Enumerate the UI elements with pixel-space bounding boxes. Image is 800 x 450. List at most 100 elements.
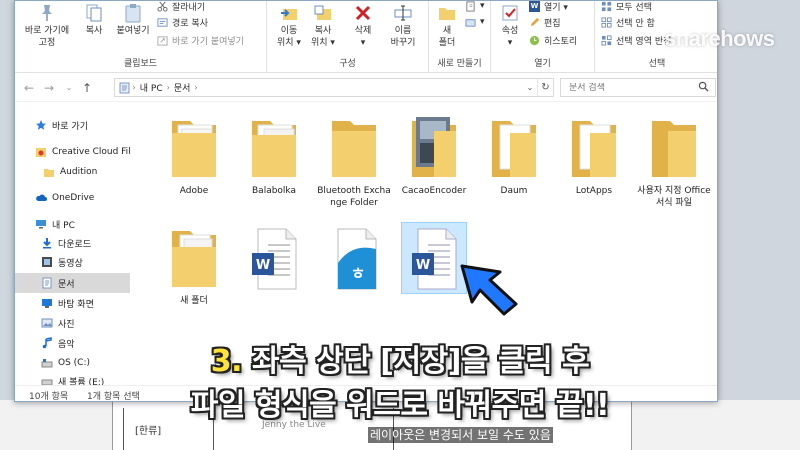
document-icon [42,277,52,289]
word-document-icon: W [242,223,306,293]
button-label: 고정 [38,38,56,48]
nav-item-onedrive[interactable]: OneDrive [15,188,130,208]
caption-step-number: 3. [210,344,243,379]
rename-button[interactable]: 이름 바꾸기 [383,3,423,49]
folder-item[interactable]: Balabolka [235,113,313,197]
refresh-button[interactable]: ↻ [537,79,553,96]
button-label: 열기 ▾ [544,2,568,13]
new-folder-button[interactable]: 새 폴더 [433,3,461,49]
ribbon: 바로 가기에 고정 복사 붙여넣기 잘라내기 경로 복사 바로 가기 붙여넣기 … [15,1,717,73]
copy-path-button[interactable]: 경로 복사 [157,15,208,29]
nav-item-downloads[interactable]: 다운로드 [15,233,130,253]
chevron-down-icon: ⌄ [526,83,534,92]
hangul-document-icon: ㅎ [322,223,386,293]
svg-text:W: W [416,258,430,273]
search-input[interactable] [569,82,689,93]
nav-item-label: Audition [60,167,98,177]
file-name: CacaoEncoder [401,186,467,196]
folder-item[interactable]: Daum [475,113,553,197]
breadcrumb-documents[interactable]: 문서 [174,81,191,94]
caption-line-2: 파일 형식을 워드로 바꿔주면 끝!! [0,380,800,424]
copy-path-icon [157,17,168,27]
word-icon: W [529,1,540,12]
properties-button[interactable]: 속성 ▾ [495,3,525,49]
up-button[interactable]: ↑ [79,79,95,97]
paste-icon [125,4,141,23]
new-folder-icon [439,8,455,20]
refresh-icon: ↻ [541,82,550,93]
folder-item[interactable]: LotApps [555,113,633,197]
delete-button[interactable]: 삭제 ▾ [347,3,379,49]
nav-item-audition[interactable]: Audition [15,162,130,182]
select-all-button[interactable]: 모두 선택 [601,1,652,13]
folder-item[interactable]: Adobe [155,113,233,197]
nav-item-documents[interactable]: 문서 [15,273,130,293]
word-document-item[interactable]: W [235,223,313,295]
copy-button[interactable]: 복사 [79,3,109,37]
watermark: sharehows [664,19,775,52]
invert-selection-button[interactable]: 선택 영역 반전 [601,33,671,47]
nav-item-label: 다운로드 [58,239,92,250]
nav-item-desktop[interactable]: 바탕 화면 [15,293,130,313]
arrow-left-icon: ← [23,81,35,95]
nav-item-videos[interactable]: 동영상 [15,252,130,272]
folder-item[interactable]: Bluetooth Exchange Folder [315,113,393,209]
nav-item-label: OneDrive [52,193,95,203]
pin-to-quick-access-button[interactable]: 바로 가기에 고정 [17,3,77,49]
download-arrow-icon [43,238,51,249]
new-item-button[interactable]: ▾ [465,1,485,13]
search-box[interactable] [560,78,716,97]
folder-item[interactable]: CacaoEncoder [395,113,473,197]
address-bar[interactable]: › 내 PC › 문서 › ⌄ ↻ [114,78,554,97]
group-label: 선택 [648,59,666,69]
forward-button[interactable]: → [41,79,57,97]
button-label: 편집 [544,18,561,29]
folder-with-image-icon [402,113,466,183]
group-label: 새로 만들기 [437,59,482,69]
breadcrumb-my-pc[interactable]: 내 PC [140,81,163,94]
monitor-icon [36,220,46,229]
select-all-icon [601,1,612,11]
arrow-right-icon: → [43,81,55,95]
nav-item-pictures[interactable]: 사진 [15,313,130,333]
address-dropdown-button[interactable]: ⌄ [523,79,537,96]
breadcrumb-separator: › [194,83,198,92]
button-label: 붙여넣기 [116,26,150,36]
nav-item-label: 사진 [58,319,75,330]
folder-item[interactable]: 사용자 지정 Office 서식 파일 [635,113,713,209]
nav-item-this-pc[interactable]: 내 PC [15,214,130,234]
paste-shortcut-icon [157,35,168,46]
copy-to-icon [314,5,331,20]
folder-item[interactable]: 새 폴더 [155,223,233,307]
button-label: 이름 [394,26,412,36]
paste-button[interactable]: 붙여넣기 [111,3,155,37]
subtitle-note: 레이아웃은 변경되서 보일 수도 있음 [368,427,553,443]
desktop-icon [42,299,52,308]
paste-shortcut-button[interactable]: 바로 가기 붙여넣기 [157,33,244,47]
recent-locations-button[interactable]: ⌄ [61,79,77,97]
button-label: ▾ [507,38,513,48]
nav-item-label: 동영상 [58,258,83,269]
copy-icon [86,4,102,22]
back-button[interactable]: ← [21,79,37,97]
move-to-button[interactable]: 이동 위치 ▾ [273,3,305,49]
nav-item-creative-cloud[interactable]: Creative Cloud Fil [15,142,130,162]
folder-icon [162,223,226,293]
select-none-icon [601,16,612,28]
copy-to-button[interactable]: 복사 위치 ▾ [307,3,339,49]
button-label: 이동 [280,26,298,36]
caption-text: 파일 형식을 워드로 바꿔주면 끝!! [190,388,610,423]
button-label: 위치 ▾ [311,38,335,48]
scissors-icon [157,1,168,12]
nav-item-quick-access[interactable]: 바로 가기 [15,115,130,135]
select-none-button[interactable]: 선택 안 함 [601,15,655,29]
hangul-document-item[interactable]: ㅎ [315,223,393,295]
history-button[interactable]: 히스토리 [529,33,577,47]
edit-button[interactable]: 편집 [529,15,561,29]
cut-button[interactable]: 잘라내기 [157,1,205,13]
button-label: 복사 [85,26,103,36]
easy-access-button[interactable]: ▾ [465,15,485,29]
onedrive-cloud-icon [36,194,47,201]
group-label: 구성 [339,59,356,69]
open-button[interactable]: W 열기 ▾ [529,1,568,13]
